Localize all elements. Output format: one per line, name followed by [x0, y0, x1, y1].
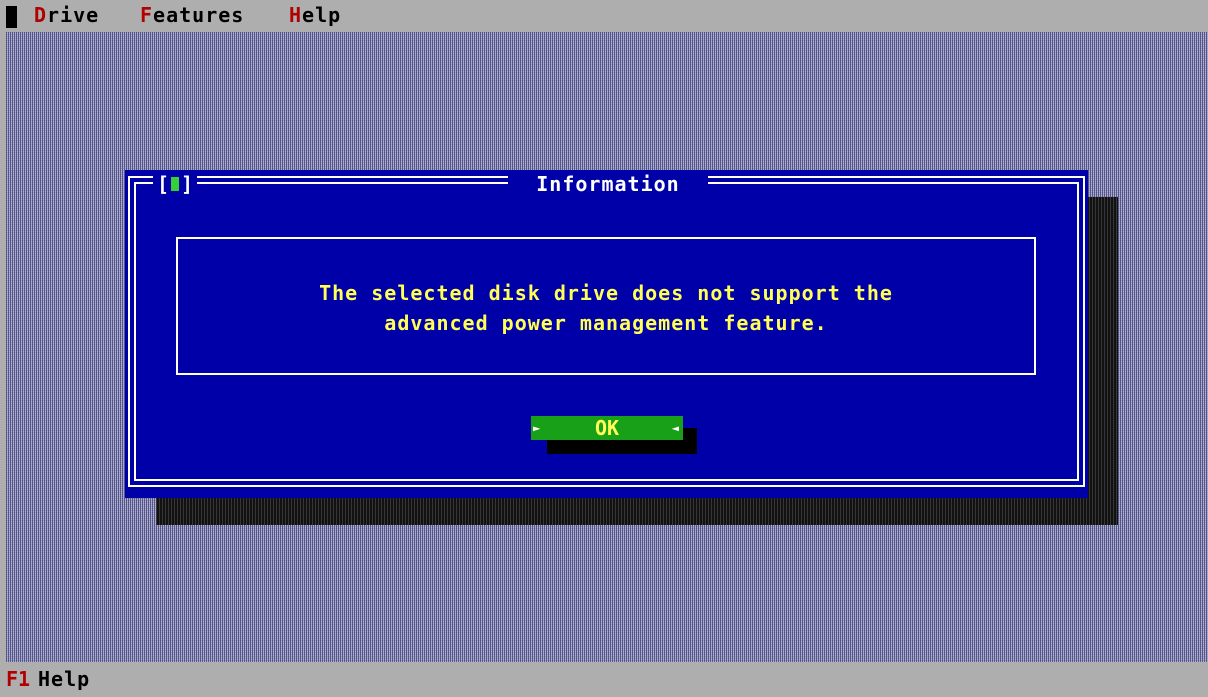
arrow-left-icon: ◄ — [671, 421, 679, 435]
close-bracket-left: [ — [157, 172, 170, 196]
message-box: The selected disk drive does not support… — [176, 237, 1036, 375]
menu-help[interactable]: Help — [289, 3, 341, 27]
menu-help-label: elp — [302, 3, 342, 27]
menu-features[interactable]: Features — [140, 3, 244, 27]
message-line-1: The selected disk drive does not support… — [319, 281, 893, 305]
ok-button-label: OK — [594, 416, 620, 440]
arrow-right-icon: ► — [533, 421, 541, 435]
dialog-title: Information — [508, 170, 708, 198]
status-help-label: Help — [38, 667, 91, 691]
menu-drive-label: rive — [47, 3, 100, 27]
menu-features-label: eatures — [153, 3, 245, 27]
menu-bar: Drive Features Help — [0, 0, 1208, 32]
message-line-2: advanced power management feature. — [384, 311, 828, 335]
ok-button[interactable]: ► OK ◄ — [531, 416, 683, 440]
menu-marker — [6, 6, 17, 28]
menu-features-hotkey: F — [140, 3, 154, 27]
menu-help-hotkey: H — [289, 3, 303, 27]
close-icon — [171, 177, 180, 191]
menu-drive[interactable]: Drive — [34, 3, 99, 27]
information-dialog: [ ] Information The selected disk drive … — [125, 170, 1088, 498]
close-button[interactable]: [ ] — [153, 172, 198, 196]
status-help-key[interactable]: F1 — [6, 667, 30, 691]
menu-drive-hotkey: D — [34, 3, 48, 27]
status-bar: F1 Help — [0, 662, 1208, 697]
close-bracket-right: ] — [181, 172, 194, 196]
